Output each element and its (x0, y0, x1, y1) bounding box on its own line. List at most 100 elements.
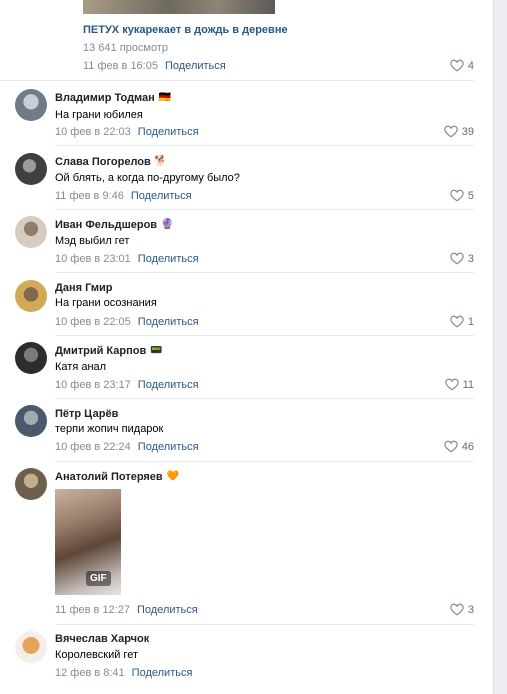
divider (55, 461, 474, 462)
author-name[interactable]: Даня Гмир (55, 282, 113, 294)
comment-text: терпи жопич пидарок (55, 423, 164, 435)
share-link[interactable]: Поделиться (132, 667, 193, 679)
heart-outline-icon (450, 189, 464, 202)
author-name[interactable]: Иван Фельдшеров (55, 219, 157, 231)
share-link[interactable]: Поделиться (138, 126, 199, 138)
video-views: 13 641 просмотр (83, 42, 168, 54)
video-thumbnail[interactable] (83, 0, 275, 14)
comment-author[interactable]: Владимир Тодман 🇩🇪 (55, 92, 171, 104)
share-link[interactable]: Поделиться (131, 190, 192, 202)
video-title[interactable]: ПЕТУХ кукарекает в дождь в деревне (83, 24, 288, 36)
share-link[interactable]: Поделиться (137, 604, 198, 616)
author-name[interactable]: Владимир Тодман (55, 92, 155, 104)
avatar[interactable] (15, 631, 47, 663)
comment-author[interactable]: Даня Гмир (55, 282, 113, 294)
heart-outline-icon (450, 603, 464, 616)
divider (55, 209, 474, 210)
like-count: 46 (461, 440, 474, 453)
comment-text: Ой блять, а когда по-другому было? (55, 172, 240, 184)
like-button[interactable]: 3 (450, 252, 474, 265)
like-count: 1 (467, 315, 474, 328)
author-name[interactable]: Пётр Царёв (55, 408, 118, 420)
divider (55, 398, 474, 399)
comment-author[interactable]: Анатолий Потеряев 🧡 (55, 471, 179, 483)
author-name[interactable]: Слава Погорелов (55, 156, 151, 168)
comment-author[interactable]: Вячеслав Харчок (55, 633, 149, 645)
like-button[interactable]: 39 (444, 125, 474, 138)
author-name[interactable]: Анатолий Потеряев (55, 471, 163, 483)
divider (0, 80, 474, 81)
heart-outline-icon (450, 252, 464, 265)
heart-outline-icon (444, 440, 458, 453)
comment-date: 10 фев в 22:03 (55, 126, 131, 138)
avatar[interactable] (15, 342, 47, 374)
like-button[interactable]: 46 (444, 440, 474, 453)
share-link[interactable]: Поделиться (138, 316, 199, 328)
comment-date: 10 фев в 23:01 (55, 253, 131, 265)
comment-author[interactable]: Иван Фельдшеров 🔮 (55, 219, 174, 231)
comment-date: 12 фев в 8:41 (55, 667, 125, 679)
comment-meta: 11 фев в 12:27 Поделиться (55, 604, 198, 616)
status-emoji: 🧡 (166, 471, 180, 482)
status-emoji: 📟 (150, 345, 163, 356)
comment-text: На грани юбилея (55, 109, 143, 121)
divider (55, 624, 474, 625)
divider (55, 145, 474, 146)
avatar[interactable] (15, 468, 47, 500)
video-date: 11 фев в 16:05 (83, 60, 158, 72)
share-link[interactable]: Поделиться (138, 379, 199, 391)
video-like-count: 4 (467, 59, 474, 72)
heart-outline-icon (444, 125, 458, 138)
like-count: 3 (467, 252, 474, 265)
comment-meta: 10 фев в 23:17 Поделиться (55, 379, 199, 391)
comment-date: 10 фев в 23:17 (55, 379, 131, 391)
avatar[interactable] (15, 153, 47, 185)
comments-panel: ПЕТУХ кукарекает в дождь в деревне 13 64… (0, 0, 494, 694)
like-button[interactable]: 11 (444, 378, 474, 391)
comment-text: Катя анал (55, 361, 107, 373)
avatar[interactable] (15, 405, 47, 437)
divider (55, 272, 474, 273)
comment-text: Королевский гет (55, 649, 138, 661)
comment-author[interactable]: Дмитрий Карпов 📟 (55, 345, 163, 357)
comment-meta: 12 фев в 8:41 Поделиться (55, 667, 192, 679)
avatar[interactable] (15, 216, 47, 248)
comment-author[interactable]: Слава Погорелов 🐕 (55, 156, 167, 168)
like-count: 39 (461, 125, 474, 138)
comment-date: 10 фев в 22:24 (55, 441, 131, 453)
video-like-button[interactable]: 4 (450, 59, 474, 72)
heart-outline-icon (450, 59, 464, 72)
share-link[interactable]: Поделиться (138, 253, 199, 265)
like-count: 5 (467, 189, 474, 202)
like-button[interactable]: 1 (450, 315, 474, 328)
divider (55, 335, 474, 336)
status-emoji: 🔮 (161, 219, 174, 230)
avatar[interactable] (15, 89, 47, 121)
comment-text: Мэд выбил гет (55, 235, 130, 247)
comment-date: 10 фев в 22:05 (55, 316, 131, 328)
like-button[interactable]: 5 (450, 189, 474, 202)
comment-meta: 10 фев в 22:03 Поделиться (55, 126, 199, 138)
comment-author[interactable]: Пётр Царёв (55, 408, 118, 420)
like-button[interactable]: 3 (450, 603, 474, 616)
heart-outline-icon (450, 315, 464, 328)
comment-meta: 10 фев в 23:01 Поделиться (55, 253, 199, 265)
heart-outline-icon (444, 378, 459, 391)
avatar[interactable] (15, 280, 47, 312)
video-share-link[interactable]: Поделиться (165, 60, 226, 72)
comment-meta: 10 фев в 22:05 Поделиться (55, 316, 199, 328)
video-meta: 11 фев в 16:05 Поделиться (83, 60, 226, 72)
like-count: 3 (467, 603, 474, 616)
like-count: 11 (462, 378, 474, 391)
comment-text: На грани осознания (55, 297, 157, 309)
author-name[interactable]: Вячеслав Харчок (55, 633, 149, 645)
comment-date: 11 фев в 9:46 (55, 190, 124, 202)
status-emoji: 🇩🇪 (158, 92, 172, 103)
status-emoji: 🐕 (154, 156, 168, 167)
comment-meta: 10 фев в 22:24 Поделиться (55, 441, 199, 453)
comment-date: 11 фев в 12:27 (55, 604, 130, 616)
gif-attachment[interactable]: GIF (55, 489, 121, 595)
share-link[interactable]: Поделиться (138, 441, 199, 453)
author-name[interactable]: Дмитрий Карпов (55, 345, 146, 357)
comment-meta: 11 фев в 9:46 Поделиться (55, 190, 192, 202)
